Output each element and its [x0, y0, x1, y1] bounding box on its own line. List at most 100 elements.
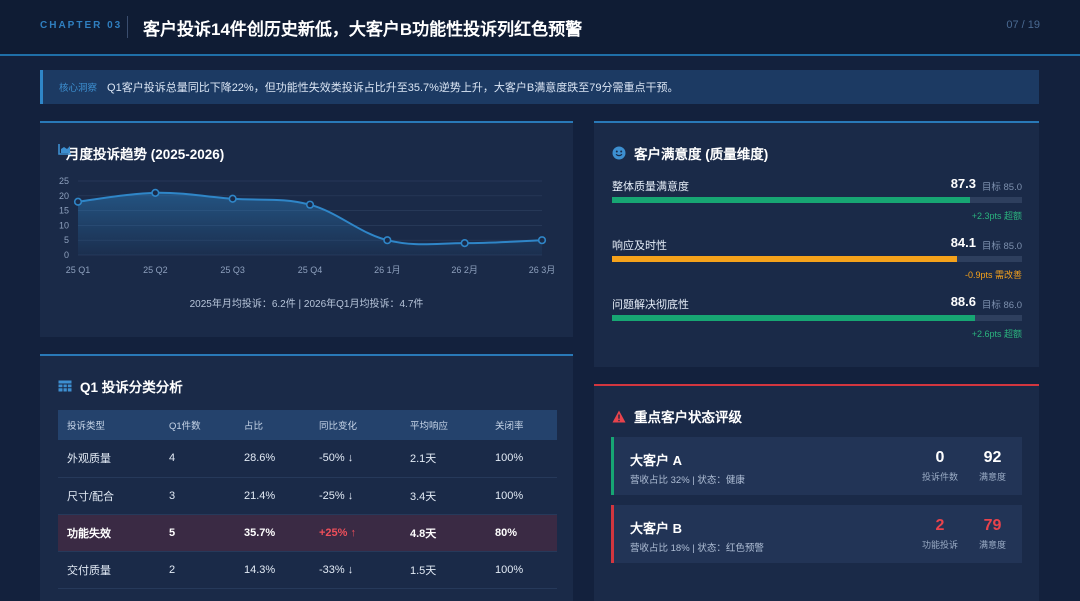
- column-header: 关闭率: [486, 410, 557, 440]
- key-customer-panel: 重点客户状态评级 大客户 A 营收占比 32% | 状态：健康 0 投诉件数 9…: [594, 384, 1039, 601]
- category-title: Q1 投诉分类分析: [58, 376, 183, 396]
- table-row: 尺寸/配合 3 21.4% -25% ↓ 3.4天 100%: [58, 477, 557, 515]
- cell-type: 功能失效: [58, 514, 160, 552]
- column-header: 占比: [235, 410, 310, 440]
- y-tick-label: 25: [59, 176, 69, 186]
- customer-metric: 92 满意度: [979, 449, 1006, 483]
- y-tick-label: 0: [64, 250, 69, 260]
- cell-share: 14.3%: [235, 551, 310, 589]
- customer-metric: 2 功能投诉: [922, 517, 958, 551]
- customer-card: 大客户 B 营收占比 18% | 状态：红色预警 2 功能投诉 79 满意度: [611, 505, 1022, 563]
- cell-response: 1.5天: [401, 551, 486, 589]
- x-tick-label: 26 3月: [529, 265, 556, 275]
- data-point: [151, 188, 160, 197]
- cell-count: 3: [160, 477, 235, 515]
- data-point: [73, 197, 83, 206]
- cell-close-rate: 100%: [486, 551, 557, 589]
- cell-close-rate: 100%: [486, 477, 557, 515]
- column-header: Q1件数: [160, 410, 235, 440]
- satisfaction-bar: [612, 315, 1022, 321]
- y-tick-label: 5: [64, 235, 69, 245]
- customer-metric: 79 满意度: [979, 517, 1006, 551]
- category-panel: Q1 投诉分类分析 投诉类型 Q1件数 占比 同比变化 平均响应 关闭率 外观质…: [40, 354, 573, 601]
- data-point: [305, 200, 315, 209]
- y-tick-label: 10: [59, 220, 69, 230]
- cell-close-rate: 80%: [486, 514, 557, 552]
- satisfaction-value: 88.6: [950, 294, 976, 309]
- satisfaction-value: 87.3: [950, 176, 976, 191]
- page-number: 07 / 19: [1006, 19, 1040, 31]
- header-divider: [127, 16, 128, 38]
- warning-icon: [612, 410, 626, 423]
- cell-type: 尺寸/配合: [58, 477, 160, 515]
- satisfaction-bar-fill: [612, 197, 970, 203]
- cell-response: 2.1天: [401, 440, 486, 478]
- cell-share: 28.6%: [235, 440, 310, 478]
- cell-count: 5: [160, 514, 235, 552]
- table-row: 外观质量 4 28.6% -50% ↓ 2.1天 100%: [58, 440, 557, 478]
- cell-share: 21.4%: [235, 477, 310, 515]
- insight-text: Q1客户投诉总量同比下降22%，但功能性失效类投诉占比升至35.7%逆势上升，大…: [107, 82, 679, 94]
- table-row: 交付质量 2 14.3% -33% ↓ 1.5天 100%: [58, 551, 557, 589]
- data-point: [537, 236, 547, 245]
- cell-response: 3.4天: [401, 477, 486, 515]
- satisfaction-note: +2.3pts 超额: [971, 211, 1022, 221]
- x-tick-label: 25 Q4: [298, 265, 323, 275]
- satisfaction-target: 目标 85.0: [981, 241, 1022, 252]
- satisfaction-note: -0.9pts 需改善: [964, 270, 1022, 280]
- x-tick-label: 25 Q2: [143, 265, 168, 275]
- cell-change: -50% ↓: [310, 440, 401, 478]
- table-icon: [58, 380, 72, 392]
- satisfaction-title-text: 客户满意度 (质量维度): [634, 147, 769, 162]
- cell-count: 2: [160, 551, 235, 589]
- customer-name: 大客户 A: [630, 453, 683, 468]
- metric-label: 功能投诉: [922, 540, 959, 550]
- table-row-highlighted: 功能失效 5 35.7% +25% ↑ 4.8天 80%: [58, 514, 557, 552]
- cell-change: +25% ↑: [310, 514, 401, 552]
- cell-share: 35.7%: [235, 514, 310, 552]
- cell-count: 4: [160, 440, 235, 478]
- insight-tag: 核心洞察: [59, 83, 98, 94]
- x-tick-label: 26 2月: [451, 265, 478, 275]
- satisfaction-title: 客户满意度 (质量维度): [612, 143, 768, 163]
- customer-card: 大客户 A 营收占比 32% | 状态：健康 0 投诉件数 92 满意度: [611, 437, 1022, 495]
- cell-change: -33% ↓: [310, 551, 401, 589]
- customer-subtitle: 营收占比 32% | 状态：健康: [630, 475, 745, 486]
- cell-type: 交付质量: [58, 551, 160, 589]
- column-header: 投诉类型: [58, 410, 160, 440]
- metric-value: 0: [935, 449, 945, 466]
- satisfaction-bar-fill: [612, 315, 976, 321]
- data-point: [383, 236, 392, 245]
- metric-label: 满意度: [979, 540, 1007, 550]
- satisfaction-bar-fill: [612, 256, 957, 262]
- satisfaction-note: +2.6pts 超额: [971, 329, 1022, 339]
- metric-value: 79: [983, 517, 1002, 534]
- satisfaction-label: 整体质量满意度: [612, 181, 689, 193]
- cell-type: 外观质量: [58, 440, 160, 478]
- data-point: [228, 194, 237, 203]
- page-title: 客户投诉14件创历史新低，大客户B功能性投诉列红色预警: [143, 20, 583, 39]
- column-header: 平均响应: [401, 410, 486, 440]
- metric-value: 2: [935, 517, 945, 534]
- data-point: [460, 239, 469, 248]
- key-customer-title-text: 重点客户状态评级: [634, 410, 742, 425]
- y-tick-label: 20: [59, 191, 69, 201]
- metric-label: 满意度: [979, 472, 1007, 482]
- satisfaction-target: 目标 86.0: [981, 300, 1022, 311]
- trend-panel: 月度投诉趋势 (2025-2026) 0 5 10 15 20 25 25 Q1 25 Q2 2…: [40, 121, 573, 337]
- cell-change: -25% ↓: [310, 477, 401, 515]
- satisfaction-bar: [612, 197, 1022, 203]
- customer-subtitle: 营收占比 18% | 状态：红色预警: [630, 543, 764, 554]
- satisfaction-panel: 客户满意度 (质量维度) 整体质量满意度 87.3 目标 85.0 +2.3pt…: [594, 121, 1039, 367]
- satisfaction-label: 问题解决彻底性: [612, 299, 689, 311]
- satisfaction-target: 目标 85.0: [981, 182, 1022, 193]
- satisfaction-label: 响应及时性: [612, 240, 667, 252]
- customer-name: 大客户 B: [630, 521, 683, 536]
- metric-value: 92: [983, 449, 1002, 466]
- category-title-text: Q1 投诉分类分析: [80, 380, 183, 395]
- cell-close-rate: 100%: [486, 440, 557, 478]
- chapter-label: CHAPTER 03: [40, 20, 123, 31]
- key-customer-title: 重点客户状态评级: [612, 406, 742, 426]
- page-header: CHAPTER 03 客户投诉14件创历史新低，大客户B功能性投诉列红色预警 0…: [0, 0, 1080, 56]
- y-tick-label: 15: [59, 206, 69, 216]
